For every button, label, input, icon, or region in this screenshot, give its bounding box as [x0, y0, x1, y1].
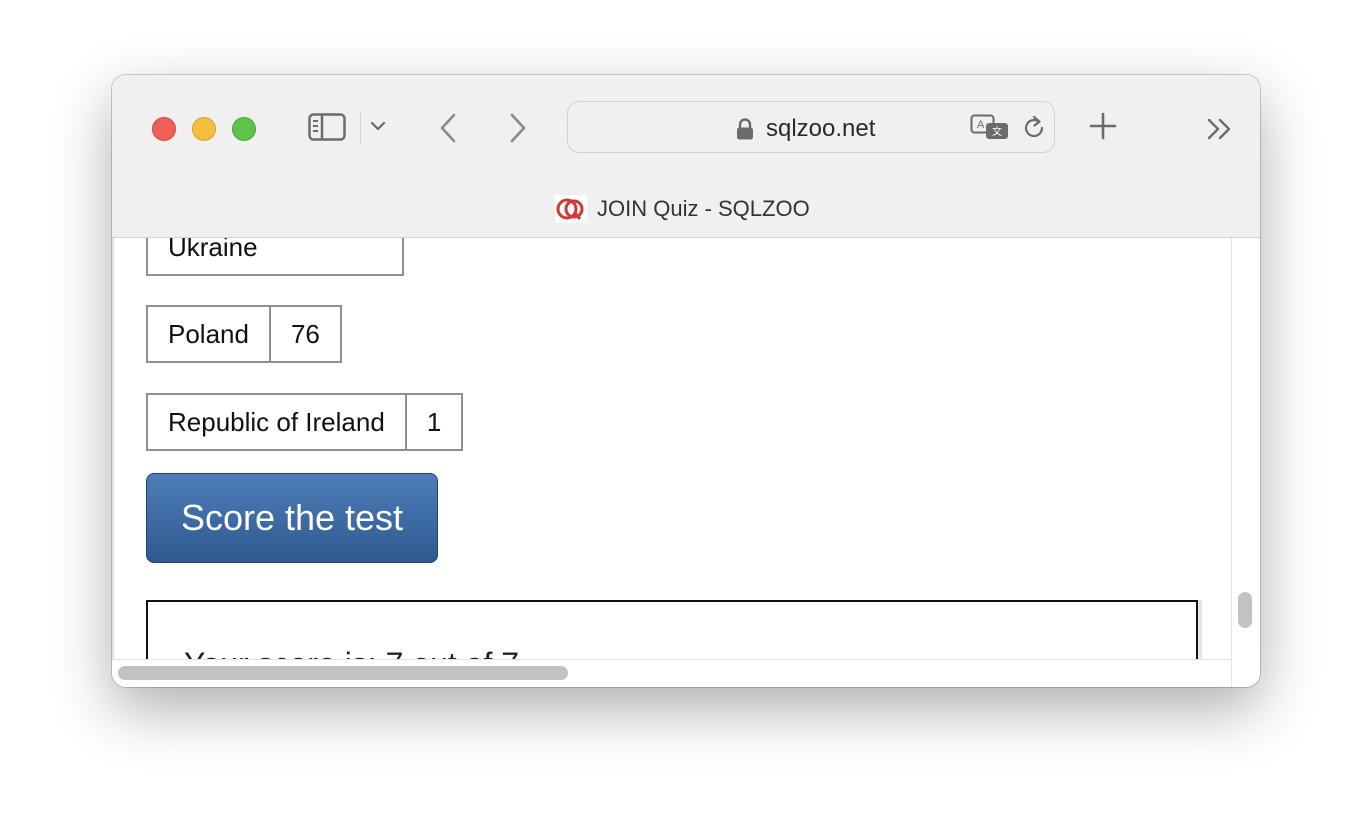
country-cell: Ukraine [146, 238, 404, 276]
browser-window: sqlzoo.net A 文 JOIN Quiz - SQLZOO Ukrain… [112, 75, 1260, 687]
close-window-button[interactable] [152, 117, 176, 141]
table-row: Republic of Ireland 1 [146, 393, 464, 451]
sidebar-icon[interactable] [308, 113, 346, 141]
toolbar-separator [360, 111, 361, 143]
score-test-button[interactable]: Score the test [146, 473, 438, 563]
reload-icon[interactable] [1021, 115, 1047, 141]
answer-table-ireland: Republic of Ireland 1 [146, 393, 464, 451]
forward-icon[interactable] [508, 113, 528, 143]
chevron-down-icon[interactable] [370, 119, 386, 133]
country-cell: Republic of Ireland [146, 393, 407, 451]
lock-icon [737, 118, 753, 140]
vertical-scrollbar[interactable] [1238, 592, 1252, 628]
result-box-edge [1198, 600, 1202, 660]
plus-icon[interactable] [1088, 111, 1118, 141]
table-row: Ukraine [146, 238, 404, 276]
answer-table-poland: Poland 76 [146, 305, 342, 363]
back-icon[interactable] [438, 113, 458, 143]
content-left-edge [112, 238, 114, 687]
page-content: Ukraine Poland 76 Republic of Ireland 1 … [112, 238, 1260, 687]
browser-toolbar: sqlzoo.net A 文 JOIN Quiz - SQLZOO [112, 75, 1260, 238]
svg-text:文: 文 [992, 125, 1002, 138]
value-cell: 1 [404, 393, 464, 451]
tab-title: JOIN Quiz - SQLZOO [597, 196, 810, 221]
translate-icon[interactable]: A 文 [970, 114, 1010, 142]
active-tab[interactable]: JOIN Quiz - SQLZOO [555, 195, 810, 223]
country-cell: Poland [146, 305, 271, 363]
answer-table-ukraine: Ukraine [146, 238, 404, 276]
maximize-window-button[interactable] [232, 117, 256, 141]
value-cell: 76 [268, 305, 342, 363]
url-text: sqlzoo.net [766, 115, 876, 142]
address-bar[interactable]: sqlzoo.net A 文 [567, 101, 1055, 153]
horizontal-scrollbar[interactable] [118, 666, 568, 680]
table-row: Poland 76 [146, 305, 342, 363]
minimize-window-button[interactable] [192, 117, 216, 141]
svg-text:A: A [977, 119, 985, 131]
sqlzoo-favicon [555, 195, 587, 223]
more-icon[interactable] [1206, 117, 1234, 141]
